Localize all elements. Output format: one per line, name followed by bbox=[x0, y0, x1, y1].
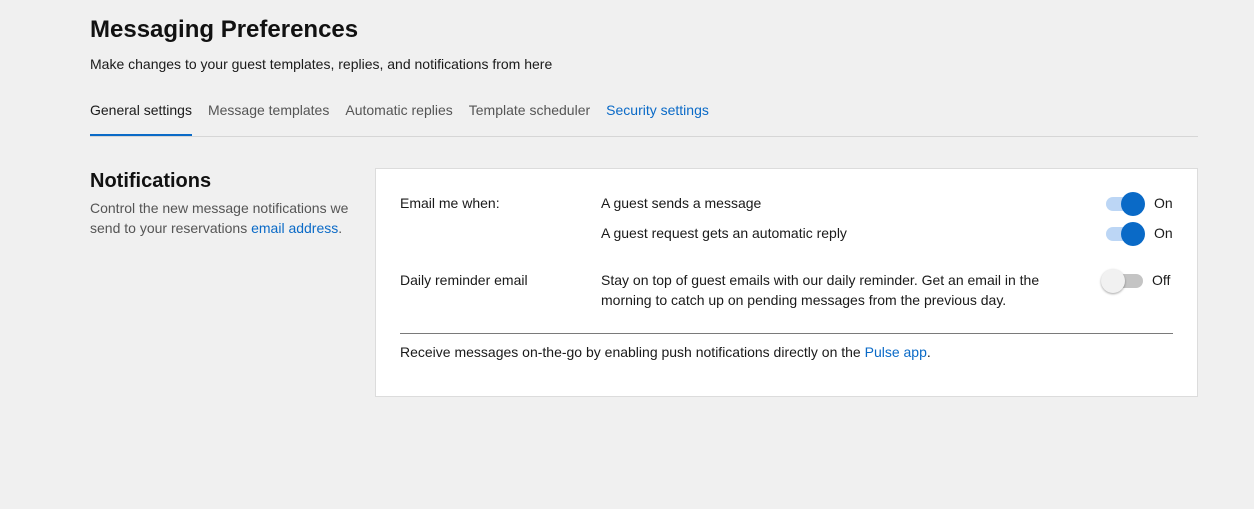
toggle-knob bbox=[1101, 269, 1125, 293]
push-note-suffix: . bbox=[926, 344, 931, 360]
push-note-text: Receive messages on-the-go by enabling p… bbox=[400, 344, 865, 360]
guest-message-toggle[interactable] bbox=[1106, 192, 1146, 216]
email-me-when-label: Email me when: bbox=[400, 195, 500, 211]
toggle-knob bbox=[1121, 192, 1145, 216]
page-subtitle: Make changes to your guest templates, re… bbox=[90, 56, 553, 72]
section-title: Notifications bbox=[90, 170, 212, 192]
notifications-section-info: Notifications Control the new message no… bbox=[90, 170, 350, 238]
tab-bar: General settings Message templates Autom… bbox=[90, 96, 1198, 137]
guest-message-toggle-state: On bbox=[1154, 195, 1173, 211]
notifications-card: Email me when: A guest sends a message O… bbox=[375, 168, 1198, 397]
daily-reminder-label: Daily reminder email bbox=[400, 272, 528, 288]
auto-reply-toggle-state: On bbox=[1154, 225, 1173, 241]
toggle-knob bbox=[1121, 222, 1145, 246]
daily-reminder-description: Stay on top of guest emails with our dai… bbox=[601, 272, 1040, 308]
tab-security-settings[interactable]: Security settings bbox=[606, 96, 709, 129]
email-address-link[interactable]: email address bbox=[251, 220, 338, 236]
tab-message-templates[interactable]: Message templates bbox=[208, 96, 329, 129]
email-option-guest-message-label: A guest sends a message bbox=[601, 195, 762, 211]
section-description: Control the new message notifications we… bbox=[90, 199, 350, 238]
daily-reminder-toggle[interactable] bbox=[1101, 269, 1149, 293]
tab-general-settings[interactable]: General settings bbox=[90, 96, 192, 136]
tab-template-scheduler[interactable]: Template scheduler bbox=[469, 96, 590, 129]
push-notification-note: Receive messages on-the-go by enabling p… bbox=[400, 344, 931, 360]
auto-reply-toggle[interactable] bbox=[1106, 222, 1146, 246]
page-title: Messaging Preferences bbox=[90, 16, 359, 43]
pulse-app-link[interactable]: Pulse app bbox=[865, 344, 927, 360]
daily-reminder-toggle-state: Off bbox=[1152, 272, 1171, 288]
tab-automatic-replies[interactable]: Automatic replies bbox=[345, 96, 452, 129]
section-description-suffix: . bbox=[338, 219, 343, 236]
card-divider bbox=[400, 333, 1173, 334]
email-option-auto-reply-label: A guest request gets an automatic reply bbox=[601, 225, 847, 241]
